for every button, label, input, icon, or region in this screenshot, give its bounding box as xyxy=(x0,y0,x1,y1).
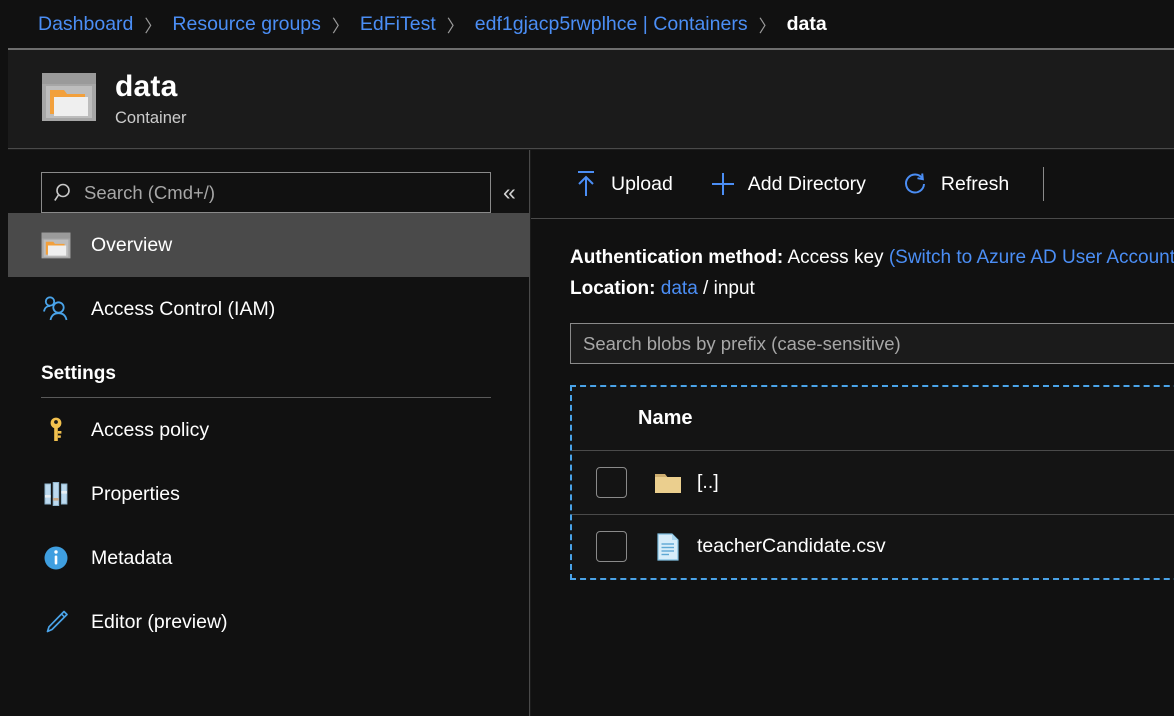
search-input[interactable] xyxy=(84,182,490,204)
row-name: [..] xyxy=(697,471,719,494)
breadcrumb-item-storage-containers[interactable]: edf1gjacp5rwplhce | Containers xyxy=(475,13,748,36)
sidebar-item-label: Overview xyxy=(91,234,172,257)
breadcrumb-separator-icon: 〉 xyxy=(332,12,349,37)
blob-search-input[interactable] xyxy=(570,323,1174,364)
folder-icon xyxy=(653,468,683,498)
sidebar-item-overview[interactable]: Overview xyxy=(8,213,529,277)
toolbar: Upload Add Directory R xyxy=(531,150,1174,219)
refresh-button[interactable]: Refresh xyxy=(900,168,1009,200)
upload-button-label: Upload xyxy=(611,173,673,196)
sidebar-item-metadata[interactable]: Metadata xyxy=(8,526,529,590)
authentication-method-row: Authentication method: Access key (Switc… xyxy=(570,242,1174,273)
page-title: data xyxy=(115,69,187,105)
breadcrumb-item-dashboard[interactable]: Dashboard xyxy=(38,13,133,36)
plus-icon xyxy=(707,168,739,200)
collapse-sidebar-icon[interactable]: « xyxy=(503,181,516,204)
upload-button[interactable]: Upload xyxy=(570,168,673,200)
row-name: teacherCandidate.csv xyxy=(697,535,886,558)
location-separator: / xyxy=(703,278,708,299)
table-row[interactable]: [..] xyxy=(572,450,1174,514)
properties-bars-icon xyxy=(41,479,71,509)
table-row[interactable]: teacherCandidate.csv xyxy=(572,514,1174,578)
breadcrumb-separator-icon: 〉 xyxy=(759,12,776,37)
sidebar-item-label: Editor (preview) xyxy=(91,611,228,634)
breadcrumb-separator-icon: 〉 xyxy=(447,12,464,37)
sidebar-item-label: Metadata xyxy=(91,547,172,570)
sidebar-item-label: Access Control (IAM) xyxy=(91,298,275,321)
main-content: Upload Add Directory R xyxy=(531,150,1174,716)
sidebar: « Overview xyxy=(8,150,530,716)
table-header-row: Name xyxy=(572,387,1174,450)
blob-table: Name [..] xyxy=(570,385,1174,580)
blade-panel: data Container « xyxy=(8,48,1174,716)
authentication-method-value: Access key xyxy=(787,247,883,268)
container-icon xyxy=(41,72,97,127)
people-icon xyxy=(41,294,71,324)
column-header-name[interactable]: Name xyxy=(638,407,692,430)
search-icon xyxy=(54,182,76,204)
sidebar-item-access-policy[interactable]: Access policy xyxy=(8,398,529,462)
row-checkbox[interactable] xyxy=(596,467,627,498)
blob-search-row xyxy=(531,304,1174,364)
info-block: Authentication method: Access key (Switc… xyxy=(531,219,1174,304)
breadcrumb-item-edfitest[interactable]: EdFiTest xyxy=(360,13,436,36)
sidebar-item-access-control[interactable]: Access Control (IAM) xyxy=(8,277,529,341)
page-subtitle: Container xyxy=(115,107,187,129)
search-box[interactable] xyxy=(41,172,491,213)
sidebar-item-label: Properties xyxy=(91,483,180,506)
container-icon xyxy=(41,230,71,260)
csv-file-icon xyxy=(653,532,683,562)
pencil-icon xyxy=(41,607,71,637)
breadcrumb: Dashboard 〉 Resource groups 〉 EdFiTest 〉… xyxy=(0,0,1174,48)
breadcrumb-separator-icon: 〉 xyxy=(144,12,161,37)
location-row: Location: data / input xyxy=(570,273,1174,304)
location-container-link[interactable]: data xyxy=(661,278,698,299)
refresh-button-label: Refresh xyxy=(941,173,1009,196)
breadcrumb-item-data: data xyxy=(787,13,827,36)
location-current-folder: input xyxy=(714,278,755,299)
sidebar-item-label: Access policy xyxy=(91,419,209,442)
refresh-icon xyxy=(900,168,932,200)
sidebar-section-settings: Settings xyxy=(41,363,529,385)
sidebar-search-row: « xyxy=(8,150,529,213)
location-label: Location: xyxy=(570,278,656,299)
add-directory-button-label: Add Directory xyxy=(748,173,866,196)
info-circle-icon xyxy=(41,543,71,573)
authentication-method-label: Authentication method: xyxy=(570,247,783,268)
sidebar-item-editor-preview[interactable]: Editor (preview) xyxy=(8,590,529,654)
sidebar-item-properties[interactable]: Properties xyxy=(8,462,529,526)
blade-header: data Container xyxy=(8,50,1174,149)
toolbar-divider xyxy=(1043,167,1044,201)
row-checkbox[interactable] xyxy=(596,531,627,562)
switch-auth-method-link[interactable]: (Switch to Azure AD User Account) xyxy=(889,247,1174,268)
key-icon xyxy=(41,415,71,445)
add-directory-button[interactable]: Add Directory xyxy=(707,168,866,200)
upload-arrow-icon xyxy=(570,168,602,200)
breadcrumb-item-resource-groups[interactable]: Resource groups xyxy=(172,13,321,36)
